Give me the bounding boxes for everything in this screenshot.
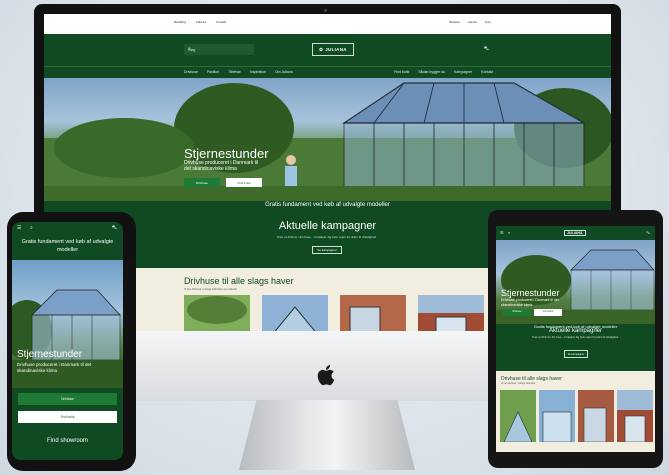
topbar-link[interactable]: Faktura — [196, 20, 206, 24]
tablet-hero-subtitle: Drivhuse produceret i Danmark til det sk… — [501, 298, 559, 307]
nav-item[interactable]: Sådan bygger du — [418, 70, 445, 74]
menu-icon[interactable]: ☰ — [500, 230, 504, 235]
apple-logo-icon — [317, 365, 335, 386]
product-tile-image[interactable] — [340, 295, 406, 331]
juliana-logo[interactable]: ✿ JULIANA — [312, 43, 354, 56]
tablet-hero: Stjernestunder Drivhuse produceret i Dan… — [496, 240, 655, 324]
nav-item[interactable]: Drivhuse — [184, 70, 198, 74]
cart-icon[interactable]: ⛍ — [484, 46, 489, 53]
section-subtitle: Vi har drivhuse i mange størrelser og mo… — [184, 288, 238, 291]
nav-item[interactable]: Kampagner — [454, 70, 472, 74]
topbar-links: Bestilling Faktura Kontakt — [174, 20, 226, 24]
mobile-website: ☰ ⌕ ⛍ Gratis fundament ved køb af udvalg… — [12, 222, 123, 460]
search-input[interactable]: Søg ⌕ — [184, 44, 254, 55]
product-tile-image[interactable] — [539, 390, 575, 442]
topbar-link[interactable]: Kurv — [485, 20, 491, 24]
imac-stand — [239, 400, 415, 470]
search-icon[interactable]: ⌕ — [30, 225, 33, 231]
mobile-header: ☰ ⌕ ⛍ — [12, 222, 123, 234]
topbar-link[interactable]: Bestilling — [174, 20, 186, 24]
mobile-secondary-button[interactable]: Find butik — [18, 411, 117, 423]
juliana-logo[interactable]: JULIANA — [564, 230, 586, 236]
find-showroom-link[interactable]: Find showroom — [12, 438, 123, 444]
logo-text: JULIANA — [325, 47, 347, 52]
campaigns-text: Prøv et drivhus i din have - vi hjælper … — [276, 235, 378, 239]
campaigns-button[interactable]: Se kampagner — [312, 246, 342, 254]
mobile-hero: Stjernestunder Drivhuse produceret i Dan… — [12, 260, 123, 388]
hero-title: Stjernestunder — [184, 146, 269, 161]
desktop-hero: Stjernestunder Drivhuse produceret i Dan… — [44, 78, 611, 201]
tablet-website: ☰ ⌕ JULIANA ⛍ Stjernestunder Drivhuse pr… — [496, 226, 655, 452]
promo-bar: Gratis fundament ved køb af udvalgte mod… — [44, 201, 611, 210]
search-icon[interactable]: ⌕ — [508, 230, 510, 235]
topbar-link[interactable]: Butikker — [449, 20, 460, 24]
logo-mark-icon: ✿ — [319, 46, 324, 52]
tablet-section-subtitle: Vi har drivhuse i mange størrelser — [501, 383, 536, 385]
tablet-primary-button[interactable]: Drivhuse — [503, 309, 531, 316]
product-tile-image[interactable] — [184, 295, 250, 331]
product-tile-image[interactable] — [262, 295, 328, 331]
tablet-greenhouses-section: Drivhuse til alle slags haver Vi har dri… — [496, 371, 655, 452]
cart-icon[interactable]: ⛍ — [112, 225, 117, 232]
nav-item[interactable]: Pavilion — [207, 70, 219, 74]
topbar-link[interactable]: Kontakt — [216, 20, 226, 24]
desktop-header: Søg ⌕ ✿ JULIANA ⛍ — [44, 34, 611, 66]
product-tile-image[interactable] — [617, 390, 653, 442]
mobile-hero-subtitle: Drivhuse produceret i Danmark til det sk… — [17, 362, 92, 373]
nav-item[interactable]: Find butik — [394, 70, 409, 74]
tablet-section-title: Drivhuse til alle slags haver — [501, 376, 562, 382]
mobile-hero-title: Stjernestunder — [17, 349, 83, 360]
nav-item[interactable]: Inspiration — [250, 70, 266, 74]
section-title: Drivhuse til alle slags haver — [184, 276, 294, 286]
hero-secondary-button[interactable]: Find butik — [226, 178, 262, 187]
tablet-secondary-button[interactable]: Find butik — [534, 309, 562, 316]
nav-item[interactable]: Om Juliana — [275, 70, 293, 74]
hero-primary-button[interactable]: Drivhuse — [184, 178, 220, 187]
topbar-link[interactable]: Dansk — [468, 20, 477, 24]
tablet-campaigns-title: Aktuelle kampagner — [548, 328, 603, 334]
nav-item[interactable]: Tilbehør — [228, 70, 241, 74]
cart-icon[interactable]: ⛍ — [646, 230, 650, 236]
hero-subtitle: Drivhuse produceret i Danmark til det sk… — [184, 160, 259, 172]
product-tile-image[interactable] — [578, 390, 614, 442]
menu-icon[interactable]: ☰ — [17, 225, 21, 231]
nav-item[interactable]: Kontakt — [481, 70, 493, 74]
tablet-hero-title: Stjernestunder — [501, 288, 560, 298]
tablet-campaigns-text: Prøv et drivhus i din have - vi hjælper … — [532, 336, 619, 339]
product-tile-image[interactable] — [500, 390, 536, 442]
tablet-header: ☰ ⌕ JULIANA ⛍ — [496, 226, 655, 240]
tablet-campaigns-button[interactable]: Se kampagner — [564, 350, 588, 358]
desktop-nav: Drivhuse Pavilion Tilbehør Inspiration O… — [44, 66, 611, 78]
desktop-topbar: Bestilling Faktura Kontakt Butikker Dans… — [44, 14, 611, 34]
topbar-right: Butikker Dansk Kurv — [449, 20, 491, 24]
mobile-promo: Gratis fundament ved køb af udvalgte mod… — [21, 239, 114, 253]
camera-icon — [324, 9, 327, 12]
greenhouse-hero-image — [44, 82, 611, 201]
mobile-primary-button[interactable]: Drivhuse — [18, 393, 117, 405]
search-icon: ⌕ — [188, 46, 191, 52]
product-tile-image[interactable] — [418, 295, 484, 331]
